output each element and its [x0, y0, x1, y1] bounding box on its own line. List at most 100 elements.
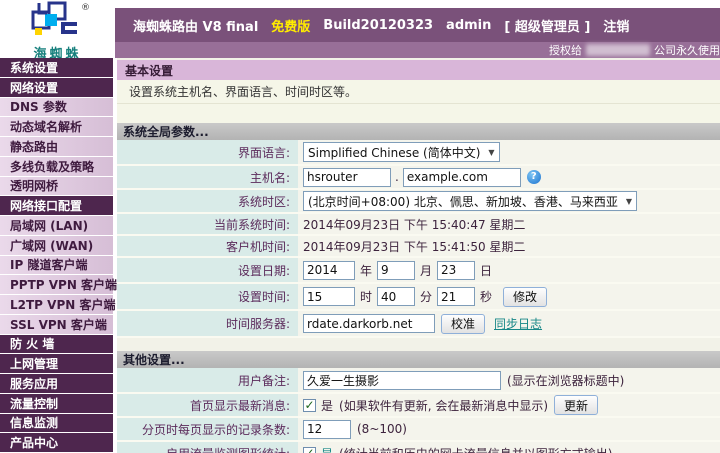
sidebar-item-ip-tunnel[interactable]: IP 隧道客户端 [0, 256, 113, 276]
domain-input[interactable] [403, 168, 521, 187]
main-content: 基本设置 设置系统主机名、界面语言、时间时区等。 系统全局参数... 界面语言:… [117, 58, 720, 453]
month-unit: 月 [420, 262, 432, 279]
sidebar-nav: 系统设置 网络设置 DNS 参数 动态域名解析 静态路由 多线负载及策略 透明网… [0, 58, 113, 453]
sidebar-item-monitoring[interactable]: 信息监测 [0, 414, 113, 434]
spacer [117, 338, 720, 351]
time-server-label: 时间服务器: [117, 311, 298, 336]
form-row-language: 界面语言: Simplified Chinese (简体中文) [117, 140, 720, 166]
calibrate-button[interactable]: 校准 [441, 314, 485, 334]
form-row-client-time: 客户机时间: 2014年09月23日 下午 15:41:50 星期二 [117, 236, 720, 258]
traffic-graph-label: 启用流量监测图形统计: [117, 442, 298, 453]
form-row-set-time: 设置时间: 时 分 秒 修改 [117, 284, 720, 311]
section-global-params: 系统全局参数... [117, 123, 720, 140]
sidebar-item-network-settings[interactable]: 网络设置 [0, 78, 113, 98]
client-time-value: 2014年09月23日 下午 15:41:50 星期二 [298, 236, 720, 256]
product-title: 海蜘蛛路由 V8 final [133, 16, 258, 35]
sidebar-item-wan[interactable]: 广域网 (WAN) [0, 236, 113, 256]
form-row-user-note: 用户备注: (显示在浏览器标题中) [117, 368, 720, 394]
year-unit: 年 [360, 262, 372, 279]
build-number: Build20120323 [323, 18, 433, 33]
license-prefix: 授权给 [549, 42, 582, 58]
sidebar-item-product-center[interactable]: 产品中心 [0, 433, 113, 453]
day-input[interactable] [437, 261, 475, 280]
sidebar-item-pptp-vpn[interactable]: PPTP VPN 客户端 [0, 275, 113, 295]
form-row-show-news: 首页显示最新消息: 是 (如果软件有更新, 会在最新消息中显示) 更新 [117, 394, 720, 418]
show-news-label: 首页显示最新消息: [117, 394, 298, 416]
minute-input[interactable] [377, 287, 415, 306]
license-bar: 授权给 公司永久使用 [115, 42, 720, 58]
section-other-settings: 其他设置... [117, 351, 720, 368]
sidebar-item-services[interactable]: 服务应用 [0, 374, 113, 394]
second-input[interactable] [437, 287, 475, 306]
time-server-input[interactable] [303, 314, 435, 333]
traffic-graph-yes-link[interactable]: 是 [321, 445, 333, 453]
form-row-time-server: 时间服务器: 校准 同步日志 [117, 311, 720, 338]
page-records-label: 分页时每页显示的记录条数: [117, 418, 298, 440]
edition-badge: 免费版 [271, 16, 310, 35]
logged-in-user: admin [446, 18, 491, 33]
hour-unit: 时 [360, 288, 372, 305]
user-note-label: 用户备注: [117, 368, 298, 392]
second-unit: 秒 [480, 288, 492, 305]
year-input[interactable] [303, 261, 355, 280]
spider-logo-icon: ® [19, 0, 97, 42]
language-select-value: Simplified Chinese (简体中文) [308, 144, 480, 161]
sidebar-item-lan[interactable]: 局域网 (LAN) [0, 216, 113, 236]
sidebar-item-traffic-control[interactable]: 流量控制 [0, 394, 113, 414]
modify-button[interactable]: 修改 [503, 287, 547, 307]
sidebar-item-l2tp-vpn[interactable]: L2TP VPN 客户端 [0, 295, 113, 315]
language-select[interactable]: Simplified Chinese (简体中文) [303, 142, 500, 162]
svg-text:®: ® [81, 3, 90, 13]
sidebar-item-ssl-vpn[interactable]: SSL VPN 客户端 [0, 315, 113, 335]
show-news-hint: (如果软件有更新, 会在最新消息中显示) [339, 397, 548, 414]
sidebar-item-ddns[interactable]: 动态域名解析 [0, 117, 113, 137]
sidebar-item-internet-mgmt[interactable]: 上网管理 [0, 354, 113, 374]
form-row-traffic-graph: 启用流量监测图形统计: 是 (统计当前和历史的网卡流量信息并以图形方式输出) [117, 442, 720, 453]
sidebar-item-system-settings[interactable]: 系统设置 [0, 58, 113, 78]
chevron-down-icon [626, 197, 632, 206]
minute-unit: 分 [420, 288, 432, 305]
user-note-input[interactable] [303, 371, 501, 390]
logout-link[interactable]: 注销 [603, 16, 629, 35]
day-unit: 日 [480, 262, 492, 279]
sidebar-item-load-balance[interactable]: 多线负载及策略 [0, 157, 113, 177]
chevron-down-icon [488, 148, 494, 157]
system-time-label: 当前系统时间: [117, 214, 298, 234]
help-icon[interactable] [527, 170, 541, 184]
sidebar-item-dns-params[interactable]: DNS 参数 [0, 98, 113, 118]
page-records-input[interactable] [303, 420, 351, 439]
timezone-select[interactable]: (北京时间+08:00) 北京、佩思、新加坡、香港、马来西亚 [303, 191, 637, 211]
hostname-dot: . [395, 170, 399, 184]
form-row-set-date: 设置日期: 年 月 日 [117, 258, 720, 284]
spacer [117, 104, 720, 123]
traffic-graph-hint: (统计当前和历史的网卡流量信息并以图形方式输出) [339, 445, 612, 453]
set-time-label: 设置时间: [117, 284, 298, 309]
timezone-label: 系统时区: [117, 190, 298, 212]
show-news-checkbox[interactable] [303, 399, 316, 412]
page-description: 设置系统主机名、界面语言、时间时区等。 [117, 80, 720, 104]
sidebar-item-interface-config[interactable]: 网络接口配置 [0, 196, 113, 216]
form-row-timezone: 系统时区: (北京时间+08:00) 北京、佩思、新加坡、香港、马来西亚 [117, 190, 720, 214]
form-row-hostname: 主机名: . [117, 166, 720, 190]
page-records-hint: (8~100) [357, 422, 407, 436]
client-time-label: 客户机时间: [117, 236, 298, 256]
logo: ® 海蜘蛛 [0, 0, 115, 58]
hostname-input[interactable] [303, 168, 391, 187]
update-button[interactable]: 更新 [554, 395, 598, 415]
form-row-system-time: 当前系统时间: 2014年09月23日 下午 15:40:47 星期二 [117, 214, 720, 236]
month-input[interactable] [377, 261, 415, 280]
sidebar-item-transparent-bridge[interactable]: 透明网桥 [0, 177, 113, 197]
sync-log-link[interactable]: 同步日志 [494, 315, 542, 332]
show-news-yes: 是 [321, 397, 333, 414]
timezone-select-value: (北京时间+08:00) 北京、佩思、新加坡、香港、马来西亚 [308, 193, 618, 210]
sidebar-item-firewall[interactable]: 防 火 墙 [0, 335, 113, 355]
hour-input[interactable] [303, 287, 355, 306]
title-bar: 海蜘蛛路由 V8 final 免费版 Build20120323 admin [… [115, 8, 720, 42]
page-title: 基本设置 [117, 60, 720, 80]
sidebar-item-static-route[interactable]: 静态路由 [0, 137, 113, 157]
system-time-value: 2014年09月23日 下午 15:40:47 星期二 [298, 214, 720, 234]
traffic-graph-checkbox[interactable] [303, 447, 316, 453]
router-admin-page: ® 海蜘蛛 海蜘蛛路由 V8 final 免费版 Build20120323 a… [0, 0, 720, 453]
language-label: 界面语言: [117, 140, 298, 164]
set-date-label: 设置日期: [117, 258, 298, 282]
